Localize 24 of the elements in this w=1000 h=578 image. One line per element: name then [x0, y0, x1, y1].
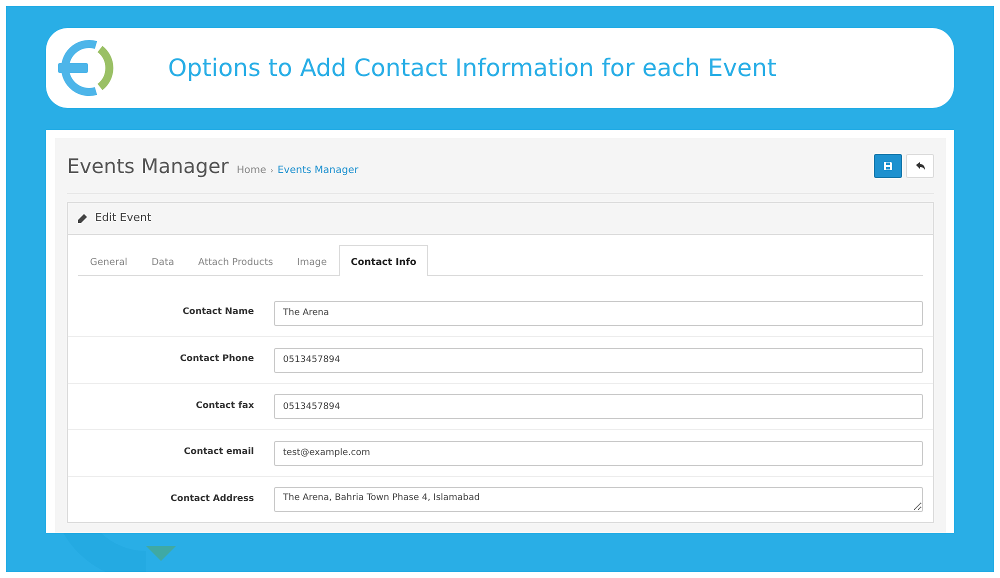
tab[interactable]: Contact Info	[338, 244, 428, 276]
field-label: Contact fax	[194, 400, 255, 413]
page-title: Events Manager	[67, 154, 229, 178]
pencil-icon	[78, 214, 87, 223]
input-field[interactable]: 0513457894	[274, 394, 923, 419]
field-label: Contact Address	[170, 492, 255, 506]
input-field[interactable]: test@example.com	[274, 440, 923, 466]
back-button[interactable]	[906, 154, 934, 178]
save-icon	[883, 160, 893, 170]
reply-arrow-icon	[914, 160, 926, 170]
separator-icon: ›	[270, 164, 274, 176]
tab[interactable]: Attach Products	[186, 244, 286, 276]
banner-title: Options to Add Contact Information for each Event	[168, 54, 776, 82]
field-label: Contact Name	[182, 306, 255, 320]
field-label: Contact Phone	[178, 353, 255, 366]
panel-title: Edit Event	[95, 210, 152, 226]
field-label: Contact email	[182, 446, 255, 460]
input-field[interactable]: 0513457894	[274, 348, 923, 372]
tab[interactable]: General	[78, 244, 140, 276]
address-field[interactable]: The Arena, Bahria Town Phase 4, Islamabad	[274, 487, 923, 512]
tab[interactable]: Data	[139, 244, 186, 276]
input-field[interactable]: The Arena	[274, 300, 923, 326]
tab[interactable]: Image	[285, 244, 339, 276]
save-button[interactable]	[874, 154, 902, 178]
